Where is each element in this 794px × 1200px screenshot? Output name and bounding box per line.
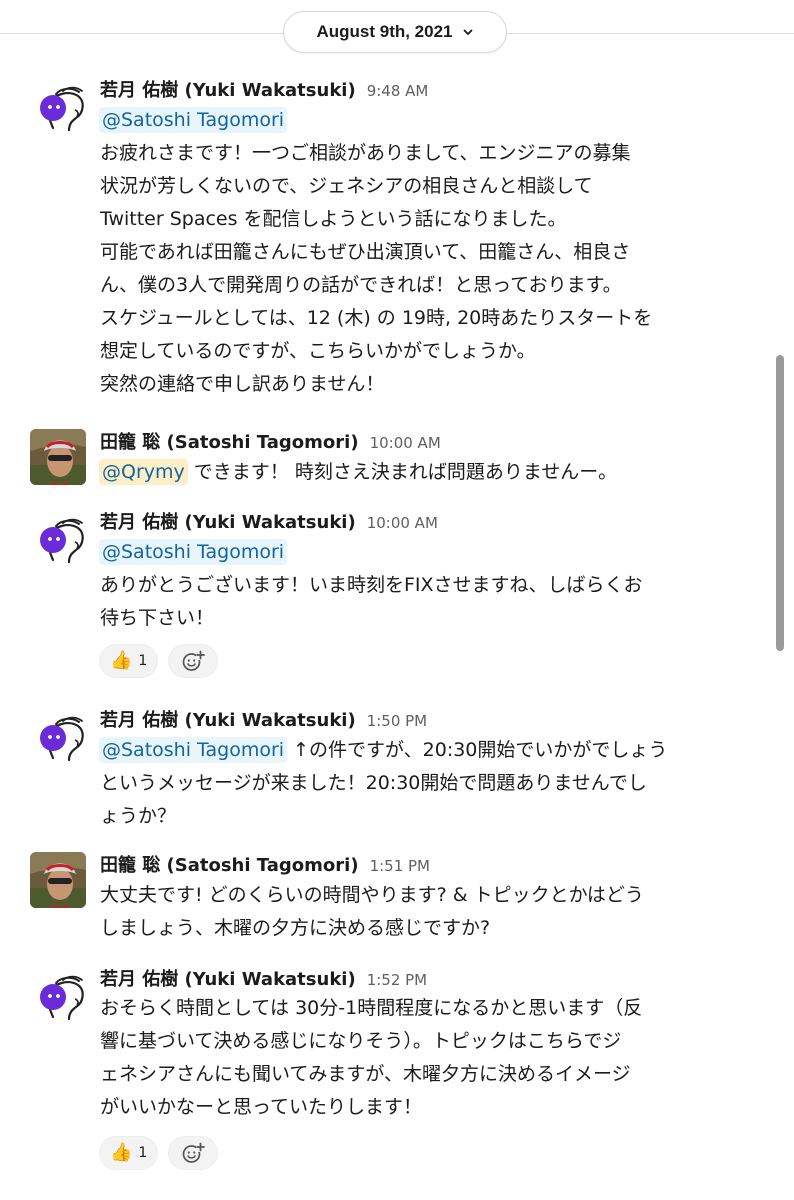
timestamp[interactable]: 1:52 PM — [367, 971, 427, 989]
message-line: ょうか？ — [100, 805, 177, 827]
reaction-count: 1 — [138, 653, 148, 669]
date-label: August 9th, 2021 — [316, 22, 453, 41]
sender-name[interactable]: 若月 佑樹 (Yuki Wakatsuki) — [100, 508, 356, 534]
message-line: ェネシアさんにも聞いてみますが、木曜夕方に決めるイメージ — [100, 1063, 631, 1085]
message-line: 突然の連絡で申し訳ありません！ — [100, 373, 385, 395]
message-line: ありがとうございます！いま時刻をFIXさせますね、しばらくお — [100, 574, 643, 596]
message-line: 待ち下さい！ — [100, 607, 215, 629]
satoshi-avatar-icon — [30, 852, 86, 908]
message-line: ん、僕の3人で開発周りの話ができれば！と思っております。 — [100, 274, 622, 296]
message-line: お疲れさまです！一つご相談がありまして、エンジニアの募集 — [100, 142, 631, 164]
reaction-count: 1 — [138, 1145, 148, 1161]
message-line: 可能であれば田籠さんにもぜひ出演頂いて、田籠さん、相良さ — [100, 241, 631, 263]
message-line: 想定しているのですが、こちらいかがでしょうか。 — [100, 340, 536, 362]
add-reaction-icon — [182, 1142, 206, 1163]
mention-link[interactable]: @Satoshi Tagomori — [99, 539, 288, 565]
add-reaction-button[interactable] — [168, 1136, 219, 1170]
message-line: 大丈夫です! どのくらいの時間やります? & トピックとかはどう — [100, 884, 644, 906]
sender-name[interactable]: 田籠 聡 (Satoshi Tagomori) — [100, 428, 359, 454]
message-line: しましょう、木曜の夕方に決める感じですか? — [100, 917, 491, 939]
timestamp[interactable]: 1:50 PM — [367, 712, 427, 730]
sender-name[interactable]: 田籠 聡 (Satoshi Tagomori) — [100, 851, 359, 877]
timestamp[interactable]: 1:51 PM — [370, 857, 430, 875]
message-text: ↑の件ですが、20:30開始でいかがでしょう — [287, 739, 668, 761]
message-line: スケジュールとしては、12 (木) の 19時, 20時あたりスタートを — [100, 307, 653, 329]
add-reaction-button[interactable] — [168, 644, 219, 678]
avatar[interactable] — [30, 852, 86, 908]
sender-name[interactable]: 若月 佑樹 (Yuki Wakatsuki) — [100, 965, 356, 991]
sender-name[interactable]: 若月 佑樹 (Yuki Wakatsuki) — [100, 706, 356, 732]
message-line: おそらく時間としては 30分-1時間程度になるかと思います（反 — [100, 997, 643, 1019]
mention-link[interactable]: @Satoshi Tagomori — [99, 737, 288, 763]
avatar[interactable] — [31, 80, 87, 136]
avatar[interactable] — [30, 429, 86, 485]
date-divider-button[interactable]: August 9th, 2021 — [283, 11, 507, 53]
mention-link[interactable]: @Satoshi Tagomori — [99, 107, 288, 133]
avatar[interactable] — [31, 969, 87, 1025]
yuki-avatar-icon — [40, 975, 84, 1021]
yuki-avatar-icon — [40, 86, 84, 132]
reaction-thumbs-up[interactable]: 👍 1 — [99, 644, 159, 678]
message-line: Twitter Spaces を配信しようという話になりました。 — [100, 208, 567, 230]
satoshi-avatar-icon — [30, 429, 86, 485]
thumbs-up-icon: 👍 — [110, 650, 133, 671]
chevron-down-icon — [462, 26, 474, 38]
add-reaction-icon — [182, 650, 206, 671]
timestamp[interactable]: 10:00 AM — [367, 514, 438, 532]
yuki-avatar-icon — [40, 716, 84, 762]
slack-thread: August 9th, 2021 若月 佑樹 (Yuki Wakatsuki) … — [0, 0, 794, 1200]
timestamp[interactable]: 10:00 AM — [370, 434, 441, 452]
message-line: 状況が芳しくないので、ジェネシアの相良さんと相談して — [100, 175, 593, 197]
yuki-avatar-icon — [40, 518, 84, 564]
timestamp[interactable]: 9:48 AM — [367, 82, 429, 100]
reaction-thumbs-up[interactable]: 👍 1 — [99, 1136, 159, 1170]
message-line: というメッセージが来ました！20:30開始で問題ありませんでし — [100, 772, 647, 794]
message-text: できます！ 時刻さえ決まれば問題ありませんー。 — [187, 461, 618, 483]
sender-name[interactable]: 若月 佑樹 (Yuki Wakatsuki) — [100, 76, 356, 102]
message-line: 響に基づいて決める感じになりそう）。トピックはこちらでジ — [100, 1030, 622, 1052]
scrollbar-thumb[interactable] — [776, 355, 784, 651]
avatar[interactable] — [31, 512, 87, 568]
thumbs-up-icon: 👍 — [110, 1142, 133, 1163]
mention-link[interactable]: @Qrymy — [99, 459, 188, 485]
reaction-bar: 👍 1 — [99, 1136, 219, 1170]
avatar[interactable] — [31, 710, 87, 766]
reaction-bar: 👍 1 — [99, 644, 219, 678]
message-line: がいいかなーと思っていたりします！ — [100, 1096, 423, 1118]
